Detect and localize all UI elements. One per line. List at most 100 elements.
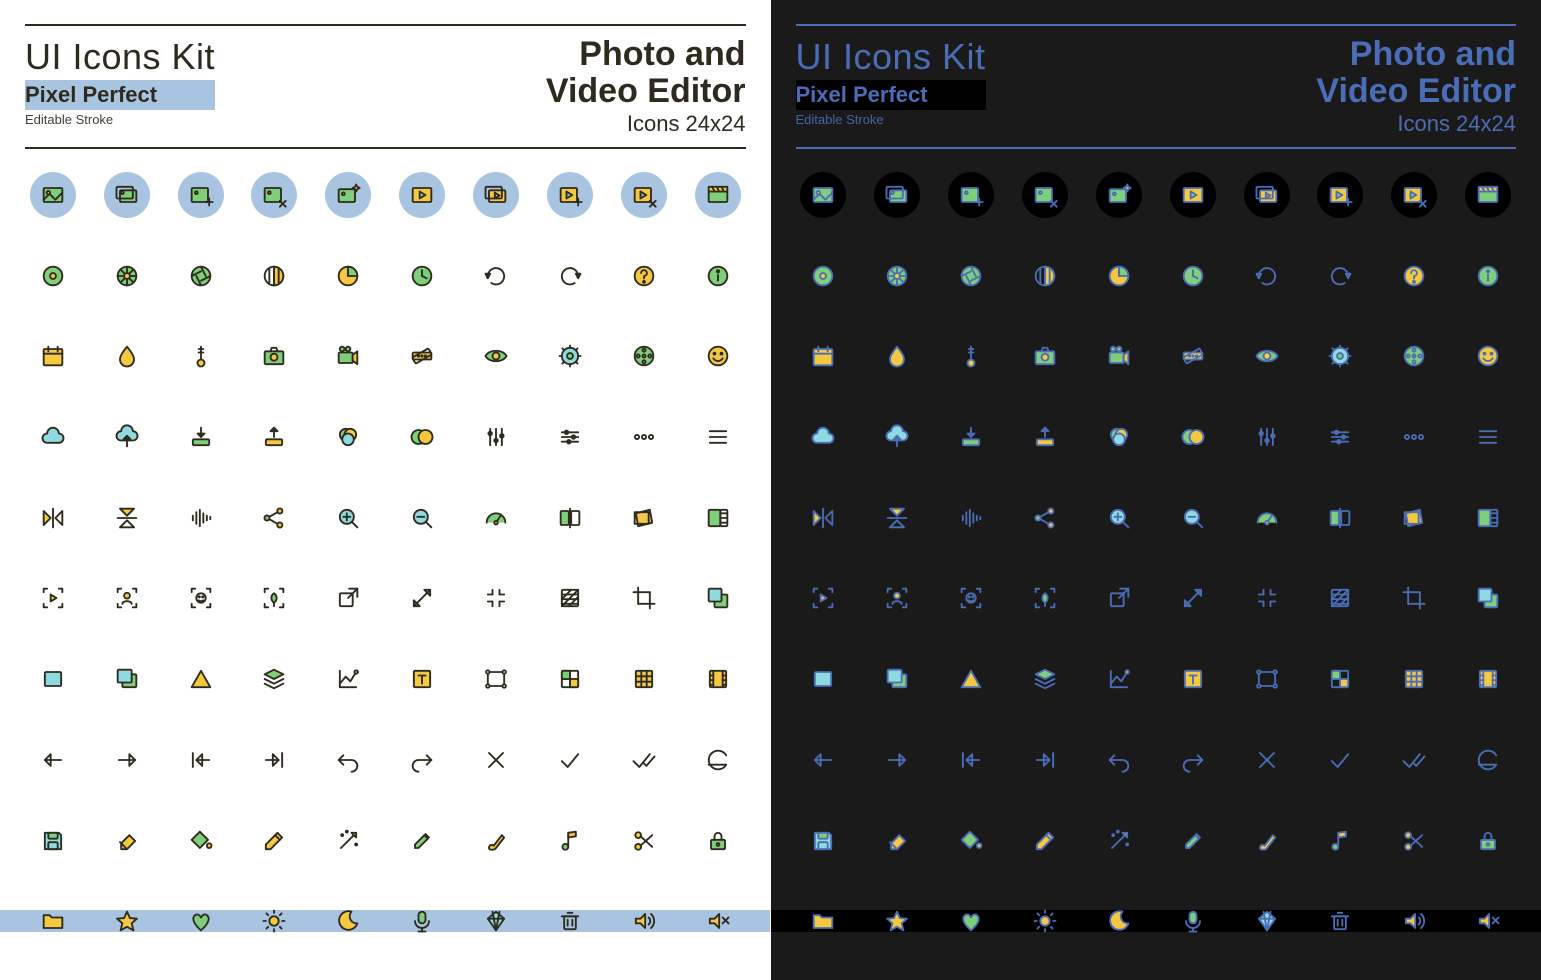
calendar-icon bbox=[25, 336, 81, 376]
help-icon bbox=[616, 256, 672, 296]
video-stack-icon bbox=[1239, 175, 1295, 215]
thermometer-icon bbox=[173, 336, 229, 376]
pixel-perfect-label: Pixel Perfect bbox=[25, 80, 215, 110]
editable-stroke-label: Editable Stroke bbox=[796, 112, 986, 127]
undo-icon bbox=[320, 740, 376, 780]
cloud-upload-icon bbox=[869, 417, 925, 457]
moon-icon bbox=[320, 901, 376, 941]
contrast-icon bbox=[1017, 256, 1073, 296]
line-chart-icon bbox=[320, 659, 376, 699]
smile-icon bbox=[690, 336, 746, 376]
line-chart-icon bbox=[1091, 659, 1147, 699]
layers-icon bbox=[1017, 659, 1073, 699]
triangle-icon bbox=[943, 659, 999, 699]
video-camera-icon bbox=[320, 336, 376, 376]
rectangles-icon bbox=[869, 659, 925, 699]
compare-split-icon bbox=[1312, 498, 1368, 538]
redo-icon bbox=[1165, 740, 1221, 780]
rotate-cw-icon bbox=[542, 256, 598, 296]
film-reel-icon bbox=[616, 336, 672, 376]
info-icon bbox=[1460, 256, 1516, 296]
bandage-icon bbox=[1165, 336, 1221, 376]
record-dot-icon bbox=[25, 256, 81, 296]
star-icon bbox=[869, 901, 925, 941]
arrow-left-icon bbox=[796, 740, 852, 780]
diamond-icon bbox=[468, 901, 524, 941]
layer-top-icon bbox=[1460, 578, 1516, 618]
arrow-end-icon bbox=[247, 740, 303, 780]
menu-icon bbox=[1460, 417, 1516, 457]
icon-grid-light bbox=[25, 175, 746, 960]
skew-icon bbox=[1386, 498, 1442, 538]
check-all-icon bbox=[1386, 740, 1442, 780]
settings-gear-icon bbox=[542, 336, 598, 376]
camera-icon bbox=[247, 336, 303, 376]
image-add-icon bbox=[173, 175, 229, 215]
droplet-icon bbox=[99, 336, 155, 376]
trash-icon bbox=[1312, 901, 1368, 941]
color-channels-icon bbox=[320, 417, 376, 457]
blend-icon bbox=[394, 417, 450, 457]
skew-icon bbox=[616, 498, 672, 538]
resize-frame-icon bbox=[690, 498, 746, 538]
layer-top-icon bbox=[690, 578, 746, 618]
play-focus-icon bbox=[796, 578, 852, 618]
scissors-icon bbox=[1386, 821, 1442, 861]
gauge-icon bbox=[468, 498, 524, 538]
menu-icon bbox=[690, 417, 746, 457]
triangle-icon bbox=[173, 659, 229, 699]
film-strip-icon bbox=[1460, 659, 1516, 699]
macro-focus-icon bbox=[1017, 578, 1073, 618]
main-title: Photo andVideo Editor bbox=[546, 36, 746, 111]
flip-v-icon bbox=[99, 498, 155, 538]
help-icon bbox=[1386, 256, 1442, 296]
revert-icon bbox=[1460, 740, 1516, 780]
volume-icon bbox=[616, 901, 672, 941]
video-remove-icon bbox=[616, 175, 672, 215]
image-sparkle-icon bbox=[320, 175, 376, 215]
thermometer-icon bbox=[943, 336, 999, 376]
video-add-icon bbox=[1312, 175, 1368, 215]
crop-icon bbox=[1386, 578, 1442, 618]
rotate-ccw-icon bbox=[468, 256, 524, 296]
text-box-icon bbox=[1165, 659, 1221, 699]
sliders-h-icon bbox=[542, 417, 598, 457]
heart-icon bbox=[943, 901, 999, 941]
portrait-focus-icon bbox=[869, 578, 925, 618]
divider bbox=[796, 24, 1517, 26]
compare-split-icon bbox=[542, 498, 598, 538]
image-icon bbox=[25, 175, 81, 215]
vector-path-icon bbox=[468, 659, 524, 699]
text-box-icon bbox=[394, 659, 450, 699]
download-tray-icon bbox=[173, 417, 229, 457]
audio-wave-icon bbox=[173, 498, 229, 538]
save-floppy-icon bbox=[796, 821, 852, 861]
zoom-in-icon bbox=[320, 498, 376, 538]
image-stack-icon bbox=[869, 175, 925, 215]
divider bbox=[25, 24, 746, 26]
info-icon bbox=[690, 256, 746, 296]
layers-icon bbox=[247, 659, 303, 699]
sliders-v-icon bbox=[468, 417, 524, 457]
image-sparkle-icon bbox=[1091, 175, 1147, 215]
video-stack-icon bbox=[468, 175, 524, 215]
texture-hatch-icon bbox=[1312, 578, 1368, 618]
grid-3-icon bbox=[616, 659, 672, 699]
image-add-icon bbox=[943, 175, 999, 215]
image-icon bbox=[796, 175, 852, 215]
flip-v-icon bbox=[869, 498, 925, 538]
image-stack-icon bbox=[99, 175, 155, 215]
microphone-icon bbox=[394, 901, 450, 941]
flip-h-icon bbox=[796, 498, 852, 538]
grid-3-icon bbox=[1386, 659, 1442, 699]
magic-wand-icon bbox=[1091, 821, 1147, 861]
eraser-icon bbox=[869, 821, 925, 861]
lock-icon bbox=[1460, 821, 1516, 861]
zoom-out-icon bbox=[394, 498, 450, 538]
pencil-icon bbox=[247, 821, 303, 861]
arrow-start-icon bbox=[943, 740, 999, 780]
check-icon bbox=[542, 740, 598, 780]
pencil-icon bbox=[1017, 821, 1073, 861]
time-elapsed-icon bbox=[1091, 256, 1147, 296]
collapse-icon bbox=[1239, 578, 1295, 618]
